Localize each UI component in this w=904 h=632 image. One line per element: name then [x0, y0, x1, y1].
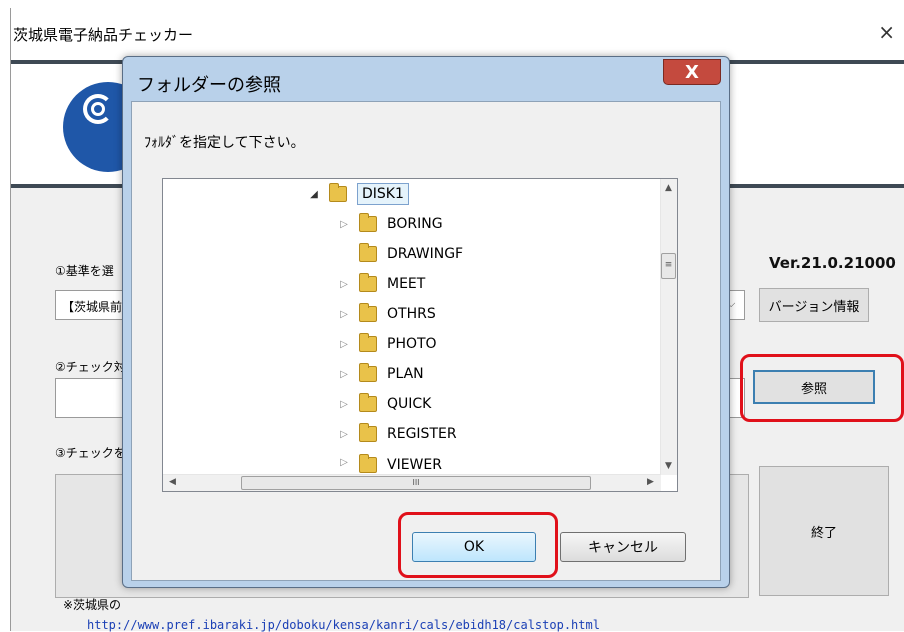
- tree-item-label: PHOTO: [387, 336, 437, 352]
- vertical-scroll-thumb[interactable]: ≡: [661, 253, 676, 279]
- expanded-arrow-icon[interactable]: ◢: [307, 189, 321, 200]
- tree-item[interactable]: ▷ BORING: [337, 209, 443, 239]
- tree-item-label: VIEWER: [387, 457, 442, 473]
- tree-item[interactable]: ▷ REGISTER: [337, 419, 457, 449]
- collapsed-arrow-icon[interactable]: ▷: [337, 399, 351, 410]
- cancel-button[interactable]: キャンセル: [560, 532, 686, 562]
- folder-tree[interactable]: ◢ DISK1 ▷ BORING DRAWINGF ▷ MEET ▷ OTHRS…: [162, 178, 678, 492]
- folder-icon: [359, 454, 377, 473]
- tree-item-label: MEET: [387, 276, 426, 292]
- tree-item-label: DRAWINGF: [387, 246, 464, 262]
- folder-icon: [359, 333, 377, 352]
- tree-item[interactable]: ▷ PHOTO: [337, 329, 437, 359]
- folder-icon: [359, 213, 377, 232]
- horizontal-scroll-thumb[interactable]: III: [241, 476, 591, 490]
- tree-item-label: DISK1: [357, 183, 409, 205]
- collapsed-arrow-icon[interactable]: ▷: [337, 369, 351, 380]
- folder-icon: [359, 423, 377, 442]
- reference-url-link[interactable]: http://www.pref.ibaraki.jp/doboku/kensa/…: [87, 618, 600, 632]
- folder-browse-dialog: フォルダーの参照 X ﾌｫﾙﾀﾞを指定して下さい。 ◢ DISK1 ▷ BORI…: [122, 56, 730, 588]
- tree-item[interactable]: DRAWINGF: [337, 239, 463, 269]
- step3-label: ③チェックを: [55, 446, 126, 460]
- folder-icon: [359, 303, 377, 322]
- tree-item-label: BORING: [387, 216, 443, 232]
- main-close-icon[interactable]: ×: [878, 20, 895, 44]
- scroll-right-icon[interactable]: ▶: [647, 477, 654, 487]
- tree-item[interactable]: ▷ OTHRS: [337, 299, 436, 329]
- note-text: ※茨城県の: [63, 598, 122, 612]
- tree-item[interactable]: ▷ QUICK: [337, 389, 431, 419]
- dialog-body: ﾌｫﾙﾀﾞを指定して下さい。 ◢ DISK1 ▷ BORING DRAWINGF…: [131, 101, 721, 581]
- dialog-prompt: ﾌｫﾙﾀﾞを指定して下さい。: [144, 135, 305, 151]
- version-label: Ver.21.0.21000: [769, 254, 896, 272]
- collapsed-arrow-icon[interactable]: ▷: [337, 219, 351, 230]
- scroll-left-icon[interactable]: ◀: [169, 477, 176, 487]
- browse-highlight: [740, 354, 904, 422]
- scroll-up-icon[interactable]: ▲: [665, 183, 672, 193]
- tree-item-label: PLAN: [387, 366, 424, 382]
- tree-item[interactable]: ▷ MEET: [337, 269, 425, 299]
- collapsed-arrow-icon[interactable]: ▷: [337, 309, 351, 320]
- dialog-close-button[interactable]: X: [663, 59, 721, 85]
- collapsed-arrow-icon[interactable]: ▷: [337, 279, 351, 290]
- main-window-title: 茨城県電子納品チェッカー: [13, 26, 194, 44]
- collapsed-arrow-icon[interactable]: ▷: [337, 457, 351, 468]
- vertical-scrollbar[interactable]: ▲ ≡ ▼: [660, 179, 677, 475]
- folder-icon: [329, 183, 347, 202]
- step1-label: ①基準を選: [55, 264, 114, 278]
- exit-button[interactable]: 終了: [759, 466, 889, 596]
- tree-item-label: OTHRS: [387, 306, 436, 322]
- folder-icon: [359, 363, 377, 382]
- tree-item[interactable]: ▷ PLAN: [337, 359, 424, 389]
- tree-item-label: REGISTER: [387, 426, 457, 442]
- tree-item-label: QUICK: [387, 396, 432, 412]
- version-info-button[interactable]: バージョン情報: [759, 288, 869, 322]
- tree-item[interactable]: ▷ VIEWER: [337, 449, 442, 473]
- scroll-down-icon[interactable]: ▼: [665, 461, 672, 471]
- collapsed-arrow-icon[interactable]: ▷: [337, 429, 351, 440]
- collapsed-arrow-icon[interactable]: ▷: [337, 339, 351, 350]
- tree-item-disk1[interactable]: ◢ DISK1: [307, 179, 409, 209]
- folder-icon: [359, 393, 377, 412]
- dialog-title: フォルダーの参照: [137, 75, 281, 96]
- main-titlebar: 茨城県電子納品チェッカー ×: [11, 8, 904, 60]
- ok-highlight: [398, 512, 558, 578]
- step2-label: ②チェック対: [55, 360, 126, 374]
- folder-icon: [359, 243, 377, 262]
- folder-icon: [359, 273, 377, 292]
- horizontal-scrollbar[interactable]: ◀ III ▶: [163, 474, 661, 491]
